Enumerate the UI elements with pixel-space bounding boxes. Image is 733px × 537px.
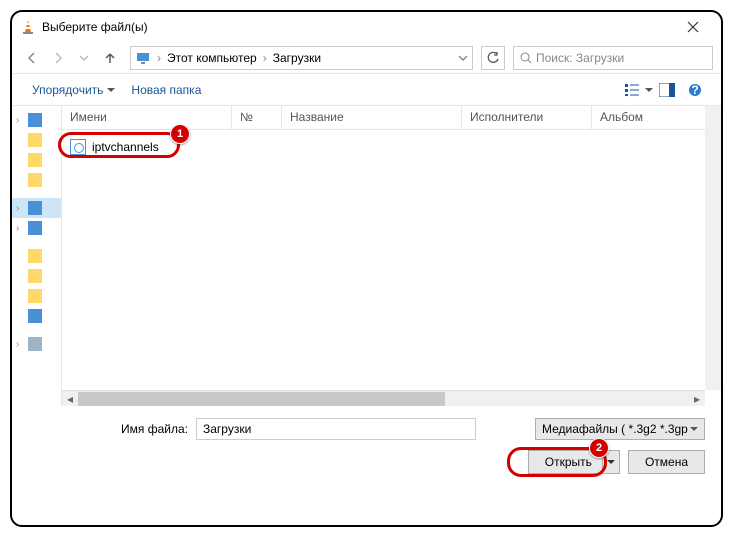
column-header-title[interactable]: Название [282,106,462,129]
refresh-button[interactable] [481,46,505,70]
breadcrumb-root[interactable]: Этот компьютер [163,51,261,65]
filename-label: Имя файла: [28,422,188,436]
cancel-button[interactable]: Отмена [628,450,705,474]
chevron-down-icon [458,53,468,63]
sidebar-item[interactable]: › [12,218,61,238]
sidebar-item[interactable]: › [12,110,61,130]
breadcrumb[interactable]: › Этот компьютер › Загрузки [130,46,473,70]
file-name: iptvchannels [92,140,159,154]
nav-back-button[interactable] [20,46,44,70]
column-header-name[interactable]: Имени [62,106,232,129]
new-folder-button[interactable]: Новая папка [123,79,209,101]
arrow-left-icon [25,51,39,65]
sidebar: › › › › [12,106,62,406]
window-title: Выберите файл(ы) [42,20,673,34]
help-button[interactable]: ? [681,78,709,102]
chevron-down-icon [607,458,615,466]
column-header-number[interactable]: № [232,106,282,129]
sidebar-item[interactable]: › [12,198,61,218]
filename-input[interactable] [196,418,476,440]
view-options-button[interactable] [625,78,653,102]
annotation-badge: 2 [589,438,609,458]
vlc-icon [20,19,36,35]
monitor-icon [135,50,151,66]
file-list: Имени № Название Исполнители Альбом iptv… [62,106,721,406]
sidebar-item[interactable] [12,130,61,150]
close-icon [687,21,699,33]
search-placeholder: Поиск: Загрузки [536,51,624,65]
sidebar-item[interactable] [12,246,61,266]
nav-up-button[interactable] [98,46,122,70]
preview-pane-icon [659,83,675,97]
organize-button[interactable]: Упорядочить [24,79,123,101]
playlist-file-icon [70,139,86,155]
chevron-right-icon: › [155,51,163,65]
nav-recent-button[interactable] [72,46,96,70]
sidebar-item[interactable] [12,150,61,170]
help-icon: ? [688,83,702,97]
breadcrumb-folder[interactable]: Загрузки [269,51,325,65]
refresh-icon [486,51,500,65]
scroll-thumb[interactable] [78,392,445,406]
toolbar: Упорядочить Новая папка ? [12,74,721,106]
chevron-down-icon [79,53,89,63]
chevron-down-icon [645,86,653,94]
navbar: › Этот компьютер › Загрузки Поиск: Загру… [12,42,721,74]
bottom-panel: Имя файла: Медиафайлы ( *.3g2 *.3gp *.3g… [12,406,721,486]
arrow-up-icon [103,51,117,65]
sidebar-item[interactable]: › [12,334,61,354]
search-input[interactable]: Поиск: Загрузки [513,46,713,70]
chevron-right-icon: › [261,51,269,65]
nav-forward-button[interactable] [46,46,70,70]
annotation-badge: 1 [170,124,190,144]
scroll-left-icon[interactable]: ◂ [62,391,78,407]
sidebar-item[interactable] [12,266,61,286]
chevron-down-icon [690,425,698,433]
horizontal-scrollbar[interactable]: ◂ ▸ [62,390,705,406]
vertical-scrollbar[interactable] [705,106,721,390]
filetype-filter[interactable]: Медиафайлы ( *.3g2 *.3gp *.3g [535,418,705,440]
column-header-album[interactable]: Альбом [592,106,721,129]
file-dialog: Выберите файл(ы) › Этот компьютер › Загр… [10,10,723,527]
column-headers: Имени № Название Исполнители Альбом [62,106,721,130]
arrow-right-icon [51,51,65,65]
search-icon [520,52,532,64]
sidebar-item[interactable] [12,170,61,190]
titlebar: Выберите файл(ы) [12,12,721,42]
chevron-down-icon [107,86,115,94]
svg-text:?: ? [691,83,698,97]
view-list-icon [625,83,643,97]
sidebar-item[interactable] [12,306,61,326]
file-item[interactable]: iptvchannels [62,136,721,158]
close-button[interactable] [673,12,713,42]
scroll-right-icon[interactable]: ▸ [689,391,705,407]
column-header-artist[interactable]: Исполнители [462,106,592,129]
sidebar-item[interactable] [12,286,61,306]
preview-pane-button[interactable] [653,78,681,102]
content-area: › › › › Имени № Название Исполнители Аль… [12,106,721,406]
